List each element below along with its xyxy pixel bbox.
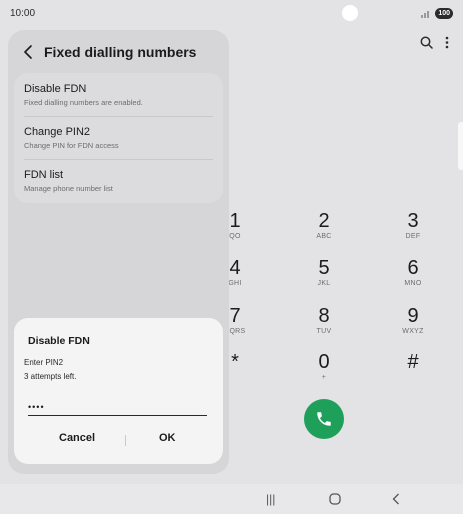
- fdn-menu-list: Disable FDN Fixed dialling numbers are e…: [14, 73, 223, 203]
- cancel-button[interactable]: Cancel: [59, 432, 95, 444]
- search-icon[interactable]: [420, 36, 433, 49]
- ok-button[interactable]: OK: [159, 432, 176, 444]
- menu-item-label: Change PIN2: [24, 126, 91, 138]
- divider: [24, 159, 213, 160]
- key-digit: 2: [318, 210, 330, 232]
- disable-fdn-dialog: Disable FDN Enter PIN2 3 attempts left. …: [14, 318, 223, 464]
- battery-icon: 100: [435, 7, 453, 19]
- recents-button[interactable]: |||: [266, 492, 275, 506]
- divider: [24, 116, 213, 117]
- key-digit: 8: [318, 305, 330, 327]
- menu-item-disable-fdn[interactable]: Disable FDN Fixed dialling numbers are e…: [24, 83, 213, 107]
- key-2[interactable]: 2 ABC: [294, 210, 354, 240]
- navigation-bar: |||: [0, 484, 463, 514]
- key-letters: ABC: [316, 233, 332, 240]
- camera-dot: [342, 5, 358, 21]
- home-icon[interactable]: [329, 493, 341, 505]
- status-bar: 10:00 100: [0, 0, 463, 26]
- key-letters: MNO: [404, 280, 422, 287]
- back-icon[interactable]: [392, 493, 400, 505]
- status-icons: 100: [421, 7, 453, 19]
- status-time: 10:00: [10, 7, 36, 19]
- key-hash[interactable]: #: [383, 351, 443, 374]
- menu-item-label: Disable FDN: [24, 83, 87, 95]
- key-5[interactable]: 5 JKL: [294, 257, 354, 287]
- key-digit: 3: [407, 210, 419, 232]
- dialog-title: Disable FDN: [28, 335, 90, 347]
- key-digit: 5: [318, 257, 330, 279]
- menu-item-fdn-list[interactable]: FDN list Manage phone number list: [24, 169, 213, 193]
- signal-icon: [421, 10, 430, 18]
- button-separator: [125, 435, 126, 446]
- menu-item-subtitle: Change PIN for FDN access: [24, 141, 119, 150]
- dialer-actions: [420, 36, 449, 49]
- page-title: Fixed dialling numbers: [44, 44, 197, 60]
- call-button[interactable]: [304, 399, 344, 439]
- menu-item-change-pin2[interactable]: Change PIN2 Change PIN for FDN access: [24, 126, 213, 150]
- dialog-prompt: Enter PIN2: [24, 358, 64, 367]
- key-9[interactable]: 9 WXYZ: [383, 305, 443, 335]
- key-0[interactable]: 0 +: [294, 351, 354, 381]
- pin2-input[interactable]: [28, 398, 207, 416]
- key-letters: +: [321, 374, 327, 381]
- key-letters: WXYZ: [402, 328, 424, 335]
- more-options-icon[interactable]: [445, 36, 449, 49]
- back-arrow-icon[interactable]: [24, 45, 32, 59]
- menu-item-subtitle: Manage phone number list: [24, 184, 113, 193]
- key-digit: #: [407, 351, 419, 373]
- key-3[interactable]: 3 DEF: [383, 210, 443, 240]
- panel-header: Fixed dialling numbers: [24, 44, 196, 60]
- key-8[interactable]: 8 TUV: [294, 305, 354, 335]
- phone-icon: [317, 412, 331, 426]
- menu-item-label: FDN list: [24, 169, 64, 181]
- key-digit: 9: [407, 305, 419, 327]
- edge-panel-handle[interactable]: [458, 122, 463, 170]
- key-letters: JKL: [317, 280, 331, 287]
- key-6[interactable]: 6 MNO: [383, 257, 443, 287]
- key-digit: 0: [318, 351, 330, 373]
- key-letters: TUV: [316, 328, 332, 335]
- key-digit: 6: [407, 257, 419, 279]
- key-letters: DEF: [405, 233, 421, 240]
- dialog-attempts: 3 attempts left.: [24, 372, 77, 381]
- menu-item-subtitle: Fixed dialling numbers are enabled.: [24, 98, 143, 107]
